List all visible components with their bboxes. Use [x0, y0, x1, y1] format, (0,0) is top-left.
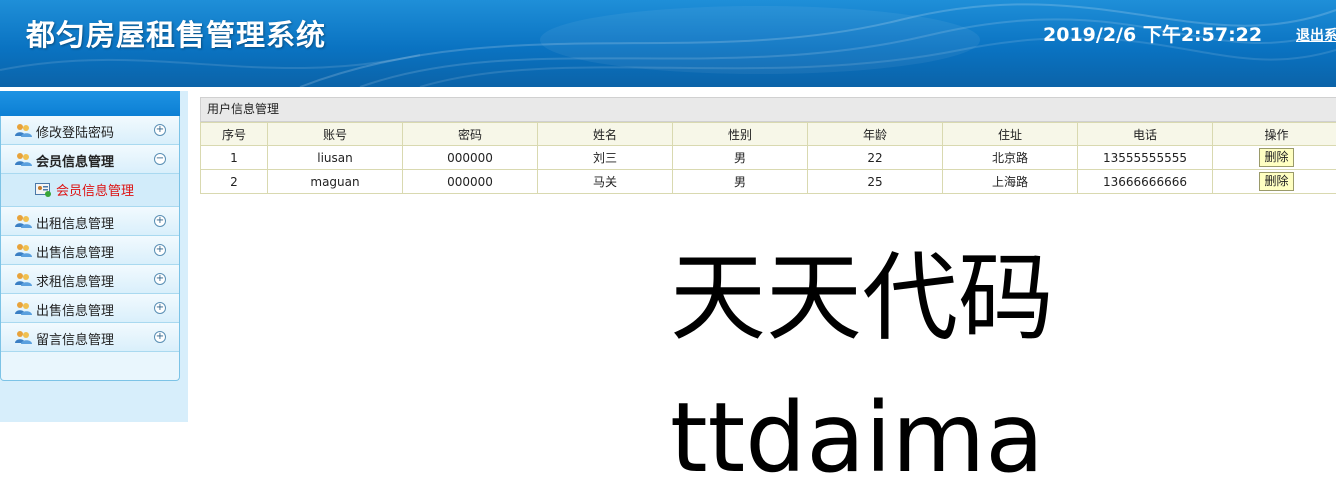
sidebar-item-wanted-rent-info[interactable]: 求租信息管理 +	[1, 265, 179, 294]
cell-address: 上海路	[943, 170, 1078, 194]
collapse-icon[interactable]: −	[154, 153, 166, 165]
cell-phone: 13555555555	[1078, 146, 1213, 170]
sidebar: 修改登陆密码 + 会员信息管理 − 会员信息管理	[0, 91, 188, 422]
users-icon	[15, 243, 32, 257]
cell-password: 000000	[403, 146, 538, 170]
sidebar-item-sale-info[interactable]: 出售信息管理 +	[1, 236, 179, 265]
users-icon	[15, 272, 32, 286]
sidebar-menu: 修改登陆密码 + 会员信息管理 − 会员信息管理	[0, 116, 180, 381]
table-row: 1 liusan 000000 刘三 男 22 北京路 13555555555 …	[201, 146, 1336, 170]
sidebar-item-label: 修改登陆密码	[36, 122, 114, 141]
sidebar-subitem-member-info[interactable]: 会员信息管理	[1, 174, 179, 207]
logout-link[interactable]: 退出系	[1296, 25, 1336, 45]
sidebar-item-rent-info[interactable]: 出租信息管理 +	[1, 207, 179, 236]
sidebar-item-label: 留言信息管理	[36, 329, 114, 348]
cell-gender: 男	[673, 170, 808, 194]
cell-index: 1	[201, 146, 268, 170]
watermark-text: 天天代码	[670, 250, 1054, 346]
sidebar-item-member-info[interactable]: 会员信息管理 −	[1, 145, 179, 174]
expand-icon[interactable]: +	[154, 215, 166, 227]
user-table: 序号 账号 密码 姓名 性别 年龄 住址 电话 操作 1 liusan 0000…	[200, 122, 1336, 194]
expand-icon[interactable]: +	[154, 331, 166, 343]
users-icon	[15, 214, 32, 228]
cell-actions: 删除	[1213, 170, 1336, 194]
column-header: 住址	[943, 123, 1078, 146]
expand-icon[interactable]: +	[154, 124, 166, 136]
sidebar-item-change-password[interactable]: 修改登陆密码 +	[1, 116, 179, 145]
sidebar-item-label: 出租信息管理	[36, 213, 114, 232]
app-title: 都匀房屋租售管理系统	[26, 12, 326, 54]
sidebar-item-messages[interactable]: 留言信息管理 +	[1, 323, 179, 352]
sidebar-item-label: 会员信息管理	[36, 151, 114, 170]
users-icon	[15, 330, 32, 344]
main-content: 用户信息管理 序号 账号 密码 姓名 性别 年龄 住址 电话 操作 1 lius…	[200, 97, 1336, 194]
users-icon	[15, 301, 32, 315]
sidebar-item-label: 求租信息管理	[36, 271, 114, 290]
expand-icon[interactable]: +	[154, 273, 166, 285]
cell-account: maguan	[268, 170, 403, 194]
cell-name: 马关	[538, 170, 673, 194]
cell-gender: 男	[673, 146, 808, 170]
users-icon	[15, 152, 32, 166]
column-header: 电话	[1078, 123, 1213, 146]
column-header: 账号	[268, 123, 403, 146]
cell-index: 2	[201, 170, 268, 194]
column-header: 年龄	[808, 123, 943, 146]
cell-phone: 13666666666	[1078, 170, 1213, 194]
datetime-display: 2019/2/6 下午2:57:22	[1043, 20, 1262, 47]
table-header-row: 序号 账号 密码 姓名 性别 年龄 住址 电话 操作	[201, 123, 1336, 146]
sidebar-subitem-label[interactable]: 会员信息管理	[56, 180, 134, 199]
sidebar-item-label: 出售信息管理	[36, 300, 114, 319]
column-header: 性别	[673, 123, 808, 146]
app-header: 都匀房屋租售管理系统 2019/2/6 下午2:57:22 退出系	[0, 0, 1336, 87]
cell-age: 22	[808, 146, 943, 170]
sidebar-item-label: 出售信息管理	[36, 242, 114, 261]
column-header: 密码	[403, 123, 538, 146]
panel-title: 用户信息管理	[200, 97, 1336, 122]
sidebar-item-sale-info-2[interactable]: 出售信息管理 +	[1, 294, 179, 323]
sidebar-header-bar	[0, 91, 180, 116]
cell-account: liusan	[268, 146, 403, 170]
delete-button[interactable]: 删除	[1259, 148, 1293, 167]
table-row: 2 maguan 000000 马关 男 25 上海路 13666666666 …	[201, 170, 1336, 194]
cell-address: 北京路	[943, 146, 1078, 170]
delete-button[interactable]: 删除	[1259, 172, 1293, 191]
users-icon	[15, 123, 32, 137]
column-header: 操作	[1213, 123, 1336, 146]
user-card-icon	[35, 181, 51, 197]
cell-name: 刘三	[538, 146, 673, 170]
column-header: 姓名	[538, 123, 673, 146]
expand-icon[interactable]: +	[154, 302, 166, 314]
cell-age: 25	[808, 170, 943, 194]
expand-icon[interactable]: +	[154, 244, 166, 256]
cell-password: 000000	[403, 170, 538, 194]
watermark-text: ttdaima	[670, 390, 1044, 486]
cell-actions: 删除	[1213, 146, 1336, 170]
column-header: 序号	[201, 123, 268, 146]
